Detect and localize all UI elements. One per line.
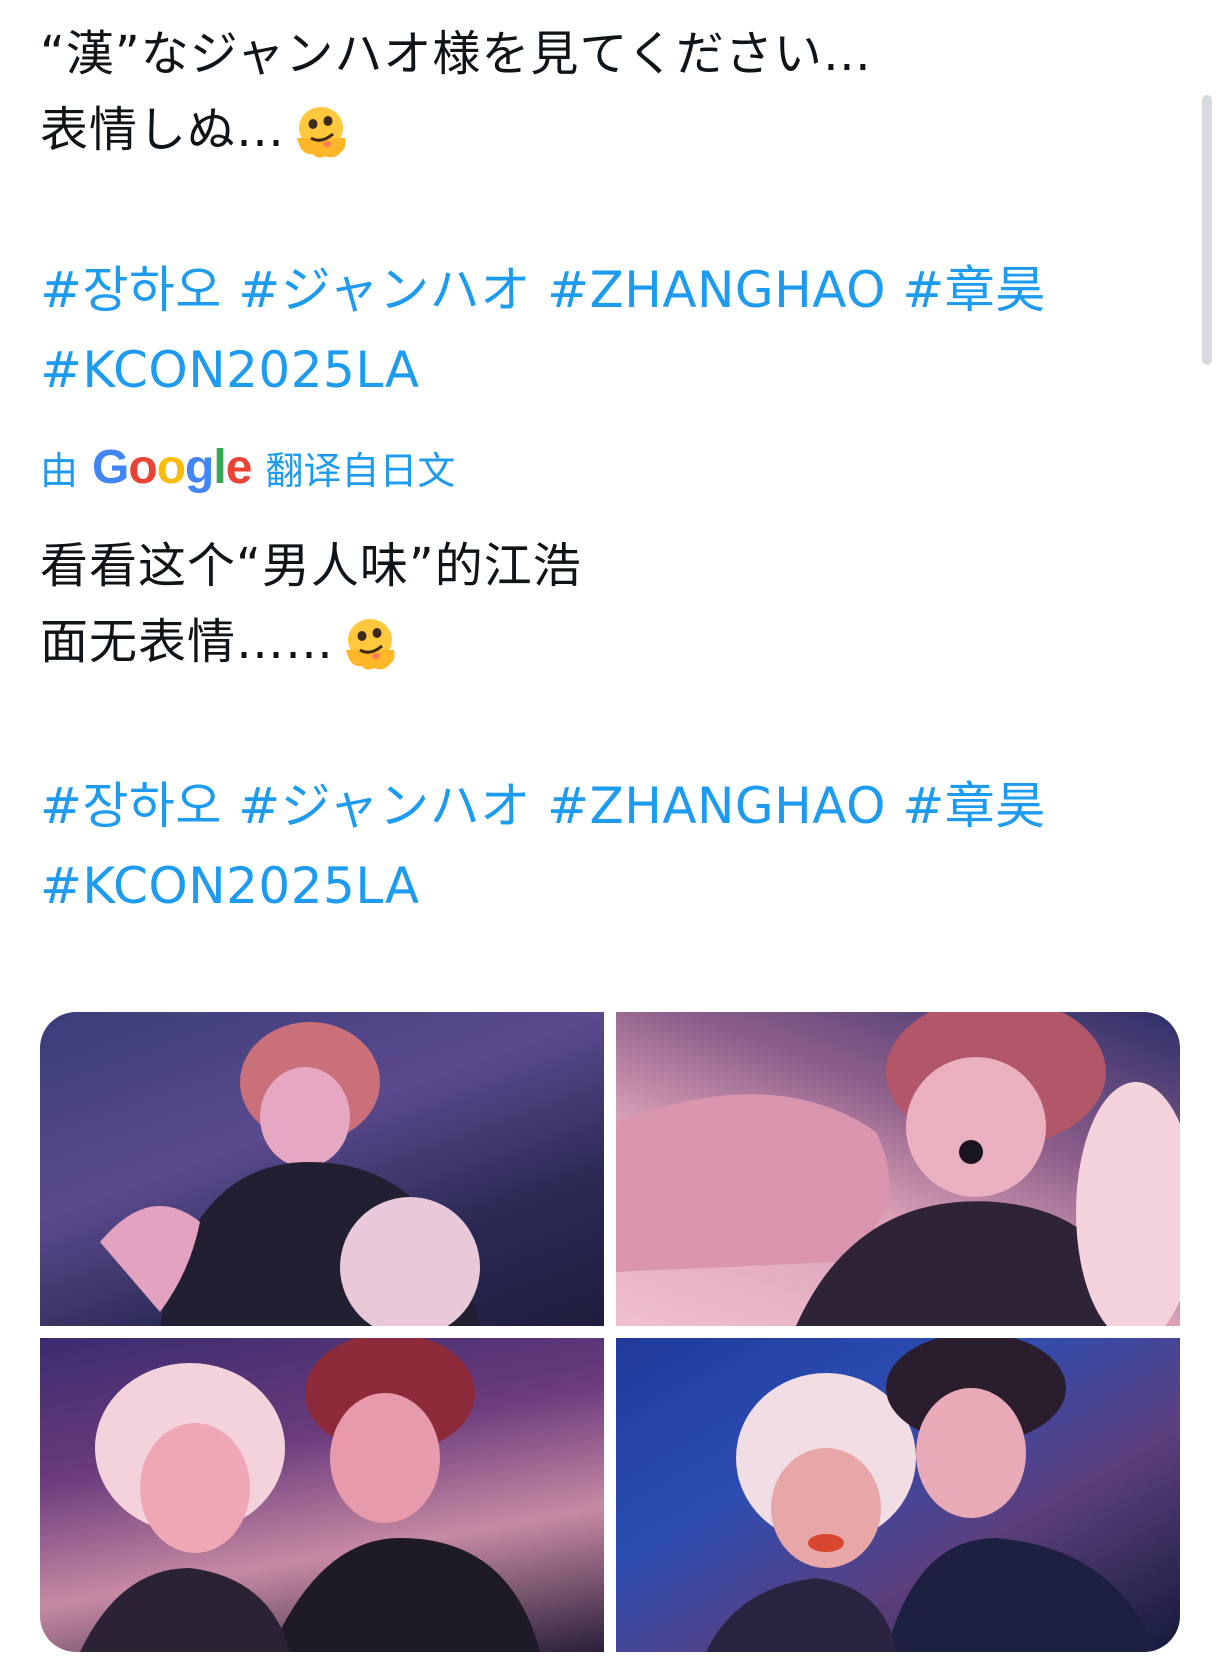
photo-3[interactable] <box>40 1338 604 1652</box>
melting-face-icon <box>291 104 351 162</box>
melting-face-icon <box>340 616 400 674</box>
photo-2[interactable] <box>616 1012 1180 1326</box>
google-logo: Google <box>92 441 252 494</box>
translate-prefix: 由 <box>40 449 79 493</box>
tweet-text-line-1: “漢”なジャンハオ様を見てください… <box>40 26 872 82</box>
translated-line-1: 看看这个“男人味”的江浩 <box>40 538 582 594</box>
photo-4[interactable] <box>616 1338 1180 1652</box>
tweet-original-text: “漢”なジャンハオ様を見てください… 表情しぬ… <box>40 16 872 168</box>
hashtag-line-2[interactable]: #KCON2025LA <box>40 846 1046 926</box>
media-grid <box>40 1012 1180 1652</box>
hashtag-line-1[interactable]: #장하오 #ジャンハオ #ZHANGHAO #章昊 <box>40 250 1046 330</box>
tweet-translated-hashtags: #장하오 #ジャンハオ #ZHANGHAO #章昊 #KCON2025LA <box>40 766 1046 926</box>
hashtag-line-2[interactable]: #KCON2025LA <box>40 330 1046 410</box>
hashtag-line-1[interactable]: #장하오 #ジャンハオ #ZHANGHAO #章昊 <box>40 766 1046 846</box>
photo-1[interactable] <box>40 1012 604 1326</box>
tweet-translated-text: 看看这个“男人味”的江浩 面无表情…… <box>40 528 582 680</box>
tweet-text-line-2: 表情しぬ… <box>40 92 872 168</box>
translate-suffix: 翻译自日文 <box>265 449 456 493</box>
translated-by-google[interactable]: 由 Google 翻译自日文 <box>40 440 455 495</box>
scrollbar[interactable] <box>1202 95 1212 365</box>
tweet-original-hashtags: #장하오 #ジャンハオ #ZHANGHAO #章昊 #KCON2025LA <box>40 250 1046 410</box>
translated-line-2: 面无表情…… <box>40 604 582 680</box>
